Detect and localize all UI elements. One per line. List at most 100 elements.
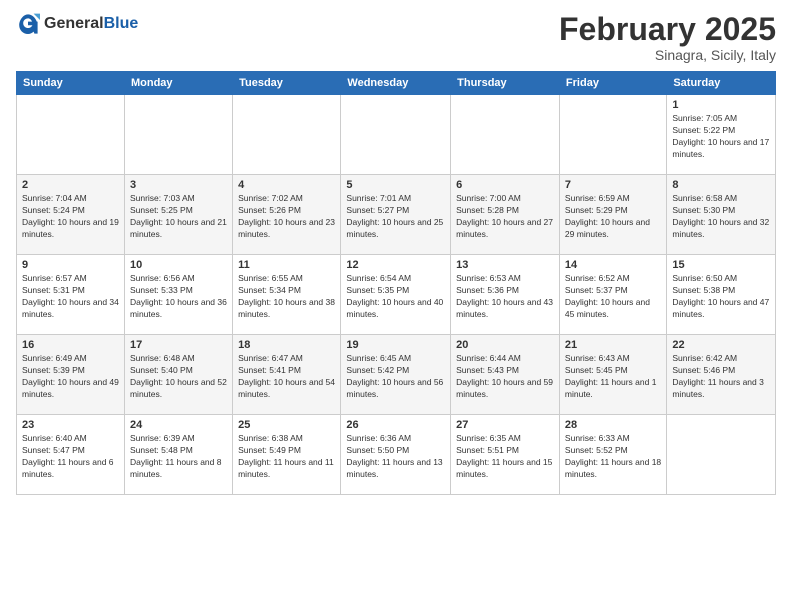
page: GeneralBlue February 2025 Sinagra, Sicil… xyxy=(0,0,792,612)
calendar-week-3: 9 Sunrise: 6:57 AMSunset: 5:31 PMDaylight… xyxy=(17,255,776,335)
logo: GeneralBlue xyxy=(16,12,138,36)
day-info: Sunrise: 6:35 AMSunset: 5:51 PMDaylight:… xyxy=(456,433,554,481)
day-number: 3 xyxy=(130,179,227,191)
calendar-cell: 6 Sunrise: 7:00 AMSunset: 5:28 PMDaylight… xyxy=(451,175,560,255)
day-info: Sunrise: 6:59 AMSunset: 5:29 PMDaylight:… xyxy=(565,193,661,241)
day-info: Sunrise: 6:38 AMSunset: 5:49 PMDaylight:… xyxy=(238,433,335,481)
calendar-cell xyxy=(124,95,232,175)
day-info: Sunrise: 6:48 AMSunset: 5:40 PMDaylight:… xyxy=(130,353,227,401)
calendar-cell: 16 Sunrise: 6:49 AMSunset: 5:39 PMDayligh… xyxy=(17,335,125,415)
calendar-cell: 13 Sunrise: 6:53 AMSunset: 5:36 PMDayligh… xyxy=(451,255,560,335)
day-info: Sunrise: 6:43 AMSunset: 5:45 PMDaylight:… xyxy=(565,353,661,401)
day-number: 28 xyxy=(565,419,661,431)
day-number: 18 xyxy=(238,339,335,351)
calendar-cell: 12Sunrise: 6:54 AMSunset: 5:35 PMDayligh… xyxy=(341,255,451,335)
calendar-week-5: 23 Sunrise: 6:40 AMSunset: 5:47 PMDayligh… xyxy=(17,415,776,495)
day-number: 26 xyxy=(346,419,445,431)
calendar-cell: 27 Sunrise: 6:35 AMSunset: 5:51 PMDayligh… xyxy=(451,415,560,495)
day-number: 6 xyxy=(456,179,554,191)
calendar-cell: 4 Sunrise: 7:02 AMSunset: 5:26 PMDaylight… xyxy=(233,175,341,255)
header: GeneralBlue February 2025 Sinagra, Sicil… xyxy=(16,12,776,63)
calendar-cell: 8 Sunrise: 6:58 AMSunset: 5:30 PMDaylight… xyxy=(667,175,776,255)
day-info: Sunrise: 7:05 AMSunset: 5:22 PMDaylight:… xyxy=(672,113,770,161)
day-info: Sunrise: 6:57 AMSunset: 5:31 PMDaylight:… xyxy=(22,273,119,321)
day-info: Sunrise: 6:39 AMSunset: 5:48 PMDaylight:… xyxy=(130,433,227,481)
day-info: Sunrise: 6:40 AMSunset: 5:47 PMDaylight:… xyxy=(22,433,119,481)
day-number: 7 xyxy=(565,179,661,191)
calendar-cell: 3 Sunrise: 7:03 AMSunset: 5:25 PMDaylight… xyxy=(124,175,232,255)
day-info: Sunrise: 6:44 AMSunset: 5:43 PMDaylight:… xyxy=(456,353,554,401)
calendar-cell: 19 Sunrise: 6:45 AMSunset: 5:42 PMDayligh… xyxy=(341,335,451,415)
day-number: 1 xyxy=(672,99,770,111)
day-info: Sunrise: 6:49 AMSunset: 5:39 PMDaylight:… xyxy=(22,353,119,401)
day-info: Sunrise: 6:50 AMSunset: 5:38 PMDaylight:… xyxy=(672,273,770,321)
day-info: Sunrise: 6:47 AMSunset: 5:41 PMDaylight:… xyxy=(238,353,335,401)
col-tuesday: Tuesday xyxy=(233,72,341,95)
calendar-cell: 5Sunrise: 7:01 AMSunset: 5:27 PMDaylight… xyxy=(341,175,451,255)
day-info: Sunrise: 6:53 AMSunset: 5:36 PMDaylight:… xyxy=(456,273,554,321)
day-info: Sunrise: 6:36 AMSunset: 5:50 PMDaylight:… xyxy=(346,433,445,481)
calendar-cell xyxy=(667,415,776,495)
calendar-cell xyxy=(559,95,666,175)
calendar-cell: 28Sunrise: 6:33 AMSunset: 5:52 PMDayligh… xyxy=(559,415,666,495)
day-number: 20 xyxy=(456,339,554,351)
day-number: 15 xyxy=(672,259,770,271)
calendar-cell: 2Sunrise: 7:04 AMSunset: 5:24 PMDaylight… xyxy=(17,175,125,255)
calendar-week-2: 2Sunrise: 7:04 AMSunset: 5:24 PMDaylight… xyxy=(17,175,776,255)
col-thursday: Thursday xyxy=(451,72,560,95)
day-number: 5 xyxy=(346,179,445,191)
day-number: 11 xyxy=(238,259,335,271)
day-number: 8 xyxy=(672,179,770,191)
calendar-cell: 7 Sunrise: 6:59 AMSunset: 5:29 PMDaylight… xyxy=(559,175,666,255)
day-info: Sunrise: 6:52 AMSunset: 5:37 PMDaylight:… xyxy=(565,273,661,321)
calendar-cell: 22 Sunrise: 6:42 AMSunset: 5:46 PMDayligh… xyxy=(667,335,776,415)
day-number: 13 xyxy=(456,259,554,271)
day-info: Sunrise: 7:00 AMSunset: 5:28 PMDaylight:… xyxy=(456,193,554,241)
calendar-week-1: 1 Sunrise: 7:05 AMSunset: 5:22 PMDaylight… xyxy=(17,95,776,175)
col-friday: Friday xyxy=(559,72,666,95)
calendar-cell xyxy=(17,95,125,175)
col-saturday: Saturday xyxy=(667,72,776,95)
calendar-cell: 20 Sunrise: 6:44 AMSunset: 5:43 PMDayligh… xyxy=(451,335,560,415)
day-number: 2 xyxy=(22,179,119,191)
day-info: Sunrise: 6:54 AMSunset: 5:35 PMDaylight:… xyxy=(346,273,445,321)
subtitle: Sinagra, Sicily, Italy xyxy=(559,47,776,63)
calendar-cell: 23 Sunrise: 6:40 AMSunset: 5:47 PMDayligh… xyxy=(17,415,125,495)
calendar-cell: 24 Sunrise: 6:39 AMSunset: 5:48 PMDayligh… xyxy=(124,415,232,495)
day-number: 24 xyxy=(130,419,227,431)
day-info: Sunrise: 6:45 AMSunset: 5:42 PMDaylight:… xyxy=(346,353,445,401)
day-info: Sunrise: 6:56 AMSunset: 5:33 PMDaylight:… xyxy=(130,273,227,321)
calendar-cell: 9 Sunrise: 6:57 AMSunset: 5:31 PMDaylight… xyxy=(17,255,125,335)
logo-text: GeneralBlue xyxy=(44,15,138,33)
day-number: 19 xyxy=(346,339,445,351)
day-info: Sunrise: 6:55 AMSunset: 5:34 PMDaylight:… xyxy=(238,273,335,321)
calendar-week-4: 16 Sunrise: 6:49 AMSunset: 5:39 PMDayligh… xyxy=(17,335,776,415)
calendar-cell: 25 Sunrise: 6:38 AMSunset: 5:49 PMDayligh… xyxy=(233,415,341,495)
calendar-cell: 11 Sunrise: 6:55 AMSunset: 5:34 PMDayligh… xyxy=(233,255,341,335)
month-title: February 2025 xyxy=(559,12,776,47)
day-info: Sunrise: 7:03 AMSunset: 5:25 PMDaylight:… xyxy=(130,193,227,241)
calendar-cell: 21 Sunrise: 6:43 AMSunset: 5:45 PMDayligh… xyxy=(559,335,666,415)
day-number: 23 xyxy=(22,419,119,431)
calendar-cell: 17 Sunrise: 6:48 AMSunset: 5:40 PMDayligh… xyxy=(124,335,232,415)
day-number: 16 xyxy=(22,339,119,351)
day-number: 9 xyxy=(22,259,119,271)
logo-icon xyxy=(16,12,40,36)
day-number: 25 xyxy=(238,419,335,431)
day-number: 27 xyxy=(456,419,554,431)
day-info: Sunrise: 6:42 AMSunset: 5:46 PMDaylight:… xyxy=(672,353,770,401)
calendar-cell: 14Sunrise: 6:52 AMSunset: 5:37 PMDayligh… xyxy=(559,255,666,335)
day-number: 21 xyxy=(565,339,661,351)
day-number: 22 xyxy=(672,339,770,351)
day-info: Sunrise: 6:58 AMSunset: 5:30 PMDaylight:… xyxy=(672,193,770,241)
calendar-cell xyxy=(341,95,451,175)
day-number: 17 xyxy=(130,339,227,351)
calendar-cell: 18 Sunrise: 6:47 AMSunset: 5:41 PMDayligh… xyxy=(233,335,341,415)
calendar-cell: 10Sunrise: 6:56 AMSunset: 5:33 PMDayligh… xyxy=(124,255,232,335)
day-number: 4 xyxy=(238,179,335,191)
calendar-cell: 15 Sunrise: 6:50 AMSunset: 5:38 PMDayligh… xyxy=(667,255,776,335)
calendar-cell xyxy=(451,95,560,175)
day-info: Sunrise: 7:02 AMSunset: 5:26 PMDaylight:… xyxy=(238,193,335,241)
title-block: February 2025 Sinagra, Sicily, Italy xyxy=(559,12,776,63)
calendar-cell xyxy=(233,95,341,175)
